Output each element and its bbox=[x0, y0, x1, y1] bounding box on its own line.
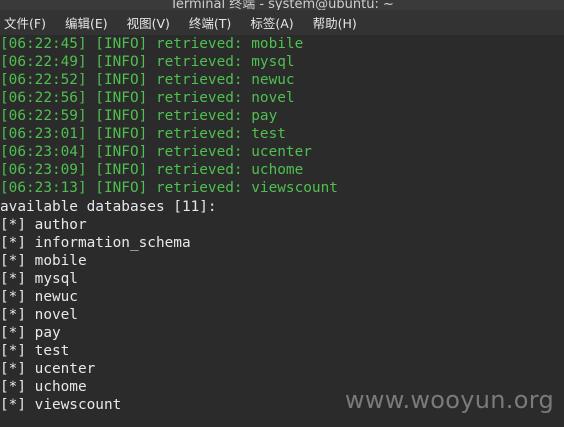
database-item: [*] author bbox=[0, 217, 87, 233]
window-title: Terminal 终端 - system@ubuntu: ~ bbox=[170, 0, 394, 10]
log-line: [06:23:04] [INFO] retrieved: ucenter bbox=[0, 144, 312, 160]
database-item: [*] pay bbox=[0, 325, 61, 341]
database-item: [*] viewscount bbox=[0, 397, 122, 413]
log-line: [06:22:56] [INFO] retrieved: novel bbox=[0, 90, 295, 106]
log-line: [06:22:49] [INFO] retrieved: mysql bbox=[0, 54, 295, 70]
database-item: [*] uchome bbox=[0, 379, 87, 395]
menu-tabs[interactable]: 标签(A) bbox=[250, 13, 293, 32]
watermark: www.wooyun.org bbox=[344, 386, 554, 414]
log-line: [06:23:13] [INFO] retrieved: viewscount bbox=[0, 180, 338, 196]
log-line: [06:22:52] [INFO] retrieved: newuc bbox=[0, 72, 295, 88]
log-line: [06:23:01] [INFO] retrieved: test bbox=[0, 126, 286, 142]
menu-bar: 文件(F) 编辑(E) 视图(V) 终端(T) 标签(A) 帮助(H) bbox=[0, 10, 564, 35]
log-line: [06:23:09] [INFO] retrieved: uchome bbox=[0, 162, 304, 178]
menu-view[interactable]: 视图(V) bbox=[127, 13, 170, 32]
database-item: [*] newuc bbox=[0, 289, 78, 305]
menu-help[interactable]: 帮助(H) bbox=[313, 13, 357, 32]
log-line: [06:22:45] [INFO] retrieved: mobile bbox=[0, 36, 304, 52]
database-item: [*] novel bbox=[0, 307, 78, 323]
menu-file[interactable]: 文件(F) bbox=[4, 13, 46, 32]
database-item: [*] ucenter bbox=[0, 361, 96, 377]
database-item: [*] mysql bbox=[0, 271, 78, 287]
terminal-output[interactable]: [06:22:45] [INFO] retrieved: mobile [06:… bbox=[0, 35, 564, 427]
menu-edit[interactable]: 编辑(E) bbox=[65, 13, 108, 32]
window-titlebar: Terminal 终端 - system@ubuntu: ~ bbox=[0, 0, 564, 10]
database-item: [*] information_schema bbox=[0, 235, 191, 251]
log-line: [06:22:59] [INFO] retrieved: pay bbox=[0, 108, 278, 124]
databases-summary: available databases [11]: bbox=[0, 199, 217, 215]
database-item: [*] mobile bbox=[0, 253, 87, 269]
database-item: [*] test bbox=[0, 343, 70, 359]
menu-terminal[interactable]: 终端(T) bbox=[189, 13, 231, 32]
